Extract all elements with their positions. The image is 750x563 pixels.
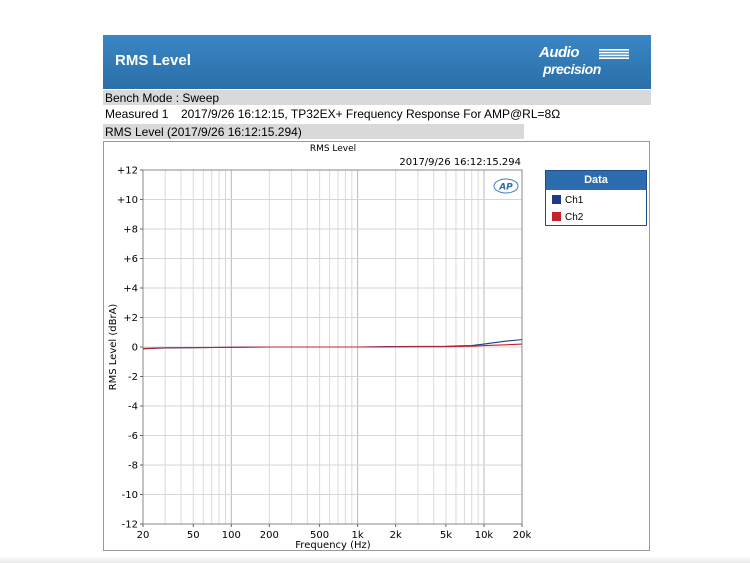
- legend-item-ch1[interactable]: Ch1: [552, 195, 583, 206]
- x-tick-label: 20k: [513, 530, 532, 541]
- rms-level-caption: RMS Level (2017/9/26 16:12:15.294): [105, 125, 302, 139]
- page-title: RMS Level: [115, 52, 191, 69]
- ch2-swatch: [552, 212, 561, 221]
- y-tick-label: +4: [123, 284, 138, 295]
- x-axis-label: Frequency (Hz): [295, 540, 371, 550]
- x-tick-label: 200: [260, 530, 279, 541]
- svg-text:AP: AP: [498, 183, 513, 193]
- legend-title: Data: [546, 171, 646, 190]
- y-tick-label: -8: [128, 461, 138, 472]
- y-tick-label: +6: [123, 254, 138, 265]
- y-tick-label: +12: [117, 166, 138, 177]
- bottom-shadow: [0, 556, 750, 563]
- x-tick-label: 100: [222, 530, 241, 541]
- x-tick-label: 2k: [390, 530, 402, 541]
- logo-text-top: Audio: [539, 44, 580, 61]
- rms-level-row: RMS Level (2017/9/26 16:12:15.294): [103, 124, 524, 139]
- x-tick-label: 5k: [440, 530, 452, 541]
- report-header: RMS Level Audio precision: [103, 35, 651, 89]
- y-tick-label: 0: [132, 343, 138, 354]
- y-tick-label: +2: [123, 313, 138, 324]
- legend-label-ch1: Ch1: [565, 195, 584, 206]
- x-tick-label: 50: [187, 530, 200, 541]
- measured-description: 2017/9/26 16:12:15, TP32EX+ Frequency Re…: [181, 107, 561, 121]
- chart-subtitle: 2017/9/26 16:12:15.294: [399, 157, 521, 168]
- legend: Data Ch1 Ch2: [545, 170, 647, 226]
- series-line-ch2: [142, 343, 523, 350]
- y-tick-label: -4: [128, 402, 138, 413]
- y-axis-label: RMS Level (dBrA): [108, 304, 119, 391]
- x-tick-label: 10k: [475, 530, 494, 541]
- y-tick-label: -2: [128, 372, 138, 383]
- measured-row: Measured 1 2017/9/26 16:12:15, TP32EX+ F…: [103, 106, 651, 121]
- y-tick-label: +8: [123, 225, 138, 236]
- measured-label: Measured 1: [105, 107, 169, 121]
- bench-mode-row: Bench Mode : Sweep: [103, 90, 651, 105]
- chart-title: RMS Level: [310, 144, 356, 154]
- x-axis-ticks: 20 50 100 200 500 1k 2k 5k 10k 20k: [137, 524, 532, 541]
- y-tick-label: -6: [128, 431, 138, 442]
- logo-text-bottom: precision: [543, 61, 601, 77]
- logo-bars-icon: [599, 49, 629, 59]
- audio-precision-logo: Audio precision: [539, 44, 629, 80]
- bench-mode-text: Bench Mode : Sweep: [105, 91, 220, 105]
- ap-badge-icon: AP: [493, 178, 519, 194]
- ch1-swatch: [552, 195, 561, 204]
- y-tick-label: +10: [117, 195, 138, 206]
- y-tick-label: -12: [122, 520, 138, 531]
- y-axis-ticks: +12 +10 +8 +6 +4 +2 0 -2 -4 -6 -8 -10 -12: [117, 166, 143, 531]
- y-tick-label: -10: [122, 490, 138, 501]
- legend-item-ch2[interactable]: Ch2: [552, 212, 583, 223]
- legend-label-ch2: Ch2: [565, 212, 584, 223]
- x-tick-label: 20: [137, 530, 150, 541]
